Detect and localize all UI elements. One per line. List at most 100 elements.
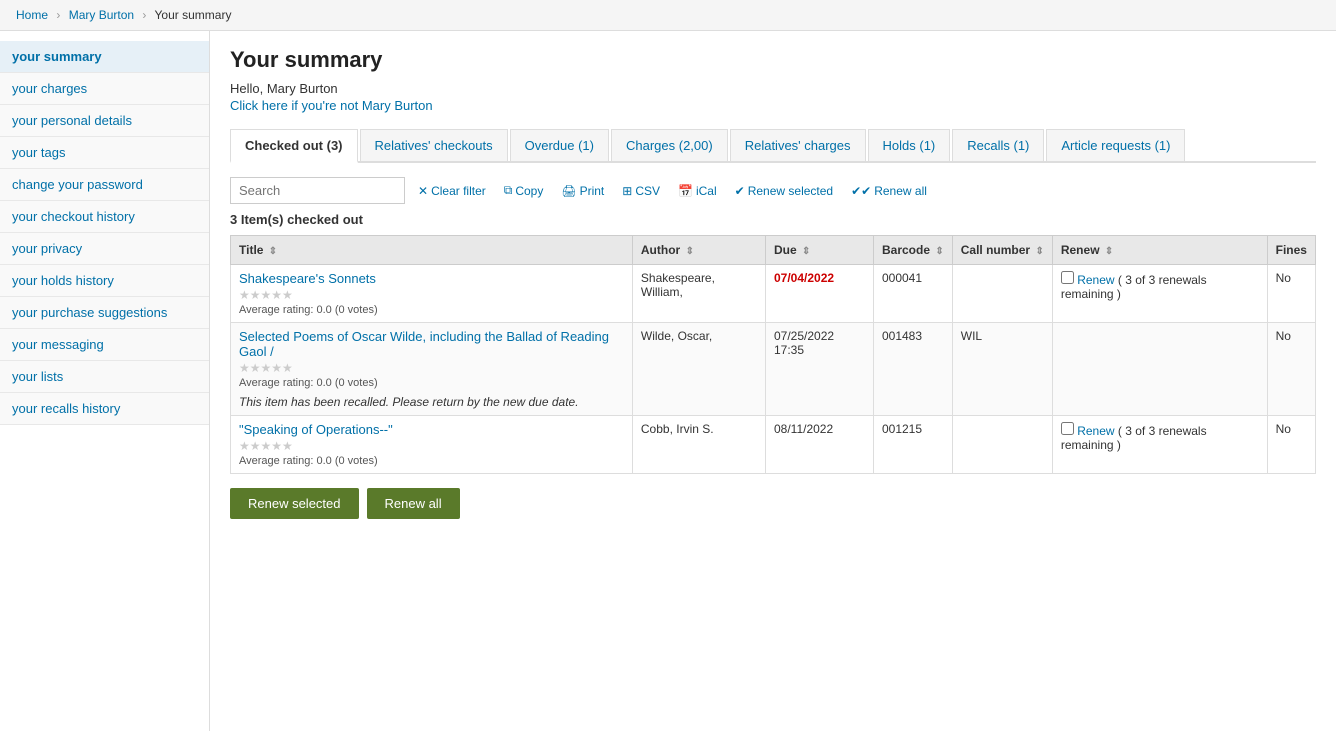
breadcrumb-home[interactable]: Home: [16, 8, 48, 22]
tab-recalls[interactable]: Recalls (1): [952, 129, 1044, 161]
col-call-number: Call number ⇕: [952, 236, 1052, 265]
row2-renew: [1052, 323, 1267, 416]
row2-title-cell: Selected Poems of Oscar Wilde, including…: [231, 323, 633, 416]
sidebar-item-your-summary[interactable]: your summary: [0, 41, 209, 73]
row1-fines: No: [1267, 265, 1315, 323]
not-user-link[interactable]: Click here if you're not Mary Burton: [230, 98, 433, 113]
clear-filter-label: Clear filter: [431, 184, 486, 198]
row3-fines: No: [1267, 416, 1315, 474]
page-title: Your summary: [230, 47, 1316, 73]
sidebar-item-recalls-history[interactable]: your recalls history: [0, 393, 209, 425]
print-button[interactable]: 🖨 Print: [556, 181, 609, 201]
row1-due: 07/04/2022: [765, 265, 873, 323]
row3-renew: Renew ( 3 of 3 renewals remaining ): [1052, 416, 1267, 474]
print-icon: 🖨: [561, 184, 576, 198]
row3-due: 08/11/2022: [765, 416, 873, 474]
renew-selected-toolbar-button[interactable]: ✔ Renew selected: [730, 181, 838, 201]
tab-relatives-charges[interactable]: Relatives' charges: [730, 129, 866, 161]
tab-overdue[interactable]: Overdue (1): [510, 129, 609, 161]
sidebar-item-holds-history[interactable]: your holds history: [0, 265, 209, 297]
row2-due: 07/25/2022 17:35: [765, 323, 873, 416]
layout: your summary your charges your personal …: [0, 31, 1336, 731]
sidebar-item-your-tags[interactable]: your tags: [0, 137, 209, 169]
hello-text: Hello, Mary Burton: [230, 81, 1316, 96]
clear-filter-button[interactable]: ✕ Clear filter: [413, 181, 491, 201]
renew-sort-icon[interactable]: ⇕: [1105, 246, 1113, 257]
copy-button[interactable]: ⧉ Copy: [499, 180, 549, 201]
row3-call-number: [952, 416, 1052, 474]
tab-relatives-checkouts[interactable]: Relatives' checkouts: [360, 129, 508, 161]
col-title: Title ⇕: [231, 236, 633, 265]
ical-icon: 📅: [678, 184, 693, 198]
call-number-sort-icon[interactable]: ⇕: [1035, 246, 1043, 257]
tab-checked-out[interactable]: Checked out (3): [230, 129, 358, 163]
sidebar-item-privacy[interactable]: your privacy: [0, 233, 209, 265]
col-author: Author ⇕: [632, 236, 765, 265]
tab-holds[interactable]: Holds (1): [868, 129, 951, 161]
row1-renew: Renew ( 3 of 3 renewals remaining ): [1052, 265, 1267, 323]
row3-due-date: 08/11/2022: [774, 422, 833, 436]
breadcrumb-user[interactable]: Mary Burton: [69, 8, 134, 22]
col-renew: Renew ⇕: [1052, 236, 1267, 265]
sidebar-item-purchase-suggestions[interactable]: your purchase suggestions: [0, 297, 209, 329]
row2-stars: ★★★★★: [239, 361, 624, 375]
bottom-buttons: Renew selected Renew all: [230, 488, 1316, 519]
row1-renew-link[interactable]: Renew: [1077, 273, 1114, 287]
breadcrumb-sep2: ›: [142, 8, 146, 22]
sidebar-item-your-charges[interactable]: your charges: [0, 73, 209, 105]
table-row: Shakespeare's Sonnets ★★★★★ Average rati…: [231, 265, 1316, 323]
csv-icon: ⊞: [622, 184, 632, 198]
row1-title-link[interactable]: Shakespeare's Sonnets: [239, 271, 376, 286]
csv-label: CSV: [635, 184, 660, 198]
row1-barcode: 000041: [873, 265, 952, 323]
due-sort-icon[interactable]: ⇕: [802, 246, 810, 257]
renew-selected-toolbar-label: Renew selected: [748, 184, 833, 198]
search-input[interactable]: [230, 177, 405, 204]
row1-author: Shakespeare, William,: [632, 265, 765, 323]
ical-label: iCal: [696, 184, 717, 198]
breadcrumb-sep1: ›: [56, 8, 60, 22]
row3-author: Cobb, Irvin S.: [632, 416, 765, 474]
row2-title-link[interactable]: Selected Poems of Oscar Wilde, including…: [239, 329, 609, 359]
col-fines: Fines: [1267, 236, 1315, 265]
renew-all-button[interactable]: Renew all: [367, 488, 460, 519]
checkout-table: Title ⇕ Author ⇕ Due ⇕ Barcode ⇕: [230, 235, 1316, 474]
row1-call-number: [952, 265, 1052, 323]
renew-all-toolbar-label: Renew all: [874, 184, 927, 198]
renew-selected-button[interactable]: Renew selected: [230, 488, 359, 519]
sidebar: your summary your charges your personal …: [0, 31, 210, 731]
tab-article-requests[interactable]: Article requests (1): [1046, 129, 1185, 161]
row3-renew-checkbox[interactable]: [1061, 422, 1074, 435]
row3-title-link[interactable]: "Speaking of Operations--": [239, 422, 393, 437]
double-check-icon: ✔✔: [851, 184, 871, 198]
row3-renew-link[interactable]: Renew: [1077, 424, 1114, 438]
copy-label: Copy: [515, 184, 543, 198]
row3-barcode: 001215: [873, 416, 952, 474]
author-sort-icon[interactable]: ⇕: [686, 246, 694, 257]
sidebar-item-checkout-history[interactable]: your checkout history: [0, 201, 209, 233]
table-body: Shakespeare's Sonnets ★★★★★ Average rati…: [231, 265, 1316, 474]
row2-fines: No: [1267, 323, 1315, 416]
row2-barcode: 001483: [873, 323, 952, 416]
row2-recall-notice: This item has been recalled. Please retu…: [239, 395, 624, 409]
row3-title-cell: "Speaking of Operations--" ★★★★★ Average…: [231, 416, 633, 474]
sidebar-item-lists[interactable]: your lists: [0, 361, 209, 393]
row1-renew-checkbox[interactable]: [1061, 271, 1074, 284]
title-sort-icon[interactable]: ⇕: [269, 246, 277, 257]
row1-stars: ★★★★★: [239, 288, 624, 302]
ical-button[interactable]: 📅 iCal: [673, 181, 722, 201]
sidebar-item-your-personal-details[interactable]: your personal details: [0, 105, 209, 137]
csv-button[interactable]: ⊞ CSV: [617, 181, 665, 201]
barcode-sort-icon[interactable]: ⇕: [935, 246, 943, 257]
sidebar-item-messaging[interactable]: your messaging: [0, 329, 209, 361]
print-label: Print: [580, 184, 605, 198]
table-row: Selected Poems of Oscar Wilde, including…: [231, 323, 1316, 416]
row1-rating: Average rating: 0.0 (0 votes): [239, 304, 624, 316]
tabs-container: Checked out (3) Relatives' checkouts Ove…: [230, 129, 1316, 163]
tab-charges[interactable]: Charges (2,00): [611, 129, 728, 161]
sidebar-item-change-password[interactable]: change your password: [0, 169, 209, 201]
renew-all-toolbar-button[interactable]: ✔✔ Renew all: [846, 181, 932, 201]
row2-rating: Average rating: 0.0 (0 votes): [239, 377, 624, 389]
check-icon: ✔: [735, 184, 745, 198]
row3-rating: Average rating: 0.0 (0 votes): [239, 455, 624, 467]
